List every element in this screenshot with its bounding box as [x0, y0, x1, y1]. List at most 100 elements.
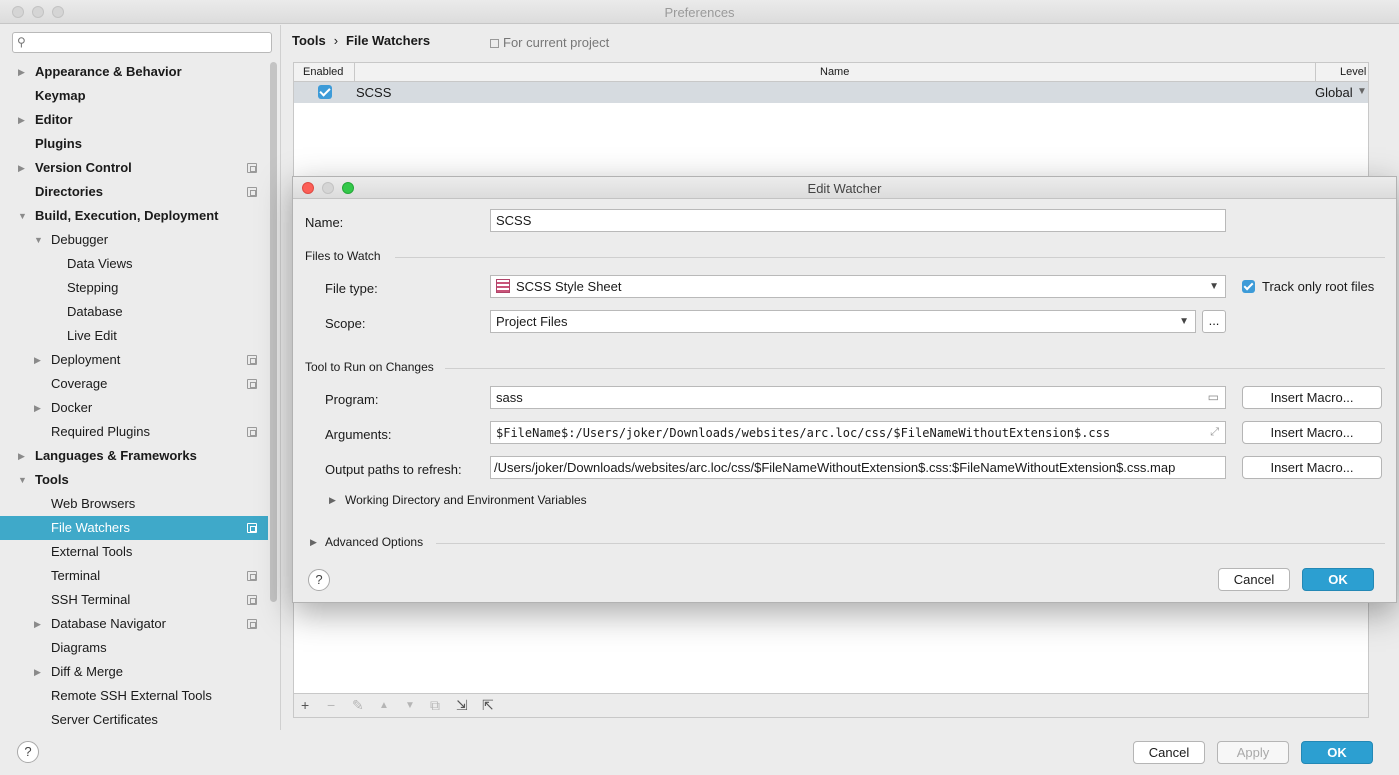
- program-input[interactable]: sass ▭: [490, 386, 1226, 409]
- output-paths-input[interactable]: /Users/joker/Downloads/websites/arc.loc/…: [490, 456, 1226, 479]
- chevron-right-icon[interactable]: ▶: [34, 348, 41, 372]
- file-type-value: SCSS Style Sheet: [516, 279, 622, 294]
- column-enabled[interactable]: Enabled: [303, 66, 343, 78]
- expand-icon[interactable]: ⤢: [1210, 425, 1219, 439]
- working-directory-toggle[interactable]: Working Directory and Environment Variab…: [345, 493, 587, 507]
- sidebar-item-terminal[interactable]: Terminal: [0, 564, 268, 588]
- chevron-right-icon[interactable]: ▶: [34, 612, 41, 636]
- export-icon[interactable]: ⇱: [482, 697, 494, 714]
- name-input[interactable]: SCSS: [490, 209, 1226, 232]
- tool-to-run-header: Tool to Run on Changes: [305, 360, 434, 374]
- sidebar-item-plugins[interactable]: Plugins: [0, 132, 268, 156]
- settings-search-input[interactable]: ⚲: [12, 32, 272, 53]
- sidebar-item-label: Live Edit: [67, 328, 117, 343]
- sidebar-item-diagrams[interactable]: Diagrams: [0, 636, 268, 660]
- sidebar-item-label: Data Views: [67, 256, 133, 271]
- edit-icon[interactable]: ✎: [352, 697, 364, 714]
- chevron-right-icon[interactable]: ▶: [329, 495, 336, 506]
- chevron-right-icon[interactable]: ▶: [18, 444, 25, 468]
- advanced-options-toggle[interactable]: Advanced Options: [325, 535, 423, 549]
- sidebar-item-label: Languages & Frameworks: [35, 448, 197, 463]
- dialog-ok-button[interactable]: OK: [1302, 568, 1374, 591]
- column-divider: [354, 63, 355, 81]
- move-up-icon[interactable]: ▲: [379, 700, 389, 711]
- preferences-cancel-button[interactable]: Cancel: [1133, 741, 1205, 764]
- chevron-right-icon[interactable]: ▶: [34, 660, 41, 684]
- watcher-name: SCSS: [356, 85, 392, 100]
- sidebar-item-stepping[interactable]: Stepping: [0, 276, 268, 300]
- sidebar-item-diff-merge[interactable]: ▶ Diff & Merge: [0, 660, 268, 684]
- sidebar-item-file-watchers[interactable]: File Watchers: [0, 516, 268, 540]
- sidebar-item-label: Database Navigator: [51, 616, 166, 631]
- sidebar-scrollbar[interactable]: [270, 62, 277, 602]
- section-divider: [395, 257, 1385, 258]
- sidebar-item-external-tools[interactable]: External Tools: [0, 540, 268, 564]
- sidebar-item-live-edit[interactable]: Live Edit: [0, 324, 268, 348]
- enabled-checkbox[interactable]: [318, 85, 332, 99]
- sidebar-item-ssh-terminal[interactable]: SSH Terminal: [0, 588, 268, 612]
- sidebar-item-server-certificates[interactable]: Server Certificates: [0, 708, 268, 730]
- scope-browse-button[interactable]: ...: [1202, 310, 1226, 333]
- file-type-label: File type:: [325, 281, 378, 296]
- sidebar-item-appearance-behavior[interactable]: ▶ Appearance & Behavior: [0, 60, 268, 84]
- copy-icon[interactable]: ⧉: [430, 697, 440, 714]
- track-root-files-label[interactable]: Track only root files: [1262, 279, 1374, 294]
- column-level[interactable]: Level: [1340, 66, 1366, 78]
- chevron-right-icon[interactable]: ▶: [18, 60, 25, 84]
- chevron-down-icon[interactable]: ▼: [18, 204, 27, 228]
- preferences-help-button[interactable]: ?: [17, 741, 39, 763]
- for-project-label: For current project: [503, 35, 610, 50]
- arguments-input[interactable]: $FileName$:/Users/joker/Downloads/websit…: [490, 421, 1226, 444]
- settings-sidebar: ⚲ ▶ Appearance & Behavior Keymap ▶ Editor Plu…: [0, 25, 281, 730]
- program-insert-macro-button[interactable]: Insert Macro...: [1242, 386, 1382, 409]
- dialog-help-button[interactable]: ?: [308, 569, 330, 591]
- arguments-insert-macro-button[interactable]: Insert Macro...: [1242, 421, 1382, 444]
- preferences-apply-button[interactable]: Apply: [1217, 741, 1289, 764]
- folder-icon[interactable]: ▭: [1208, 390, 1219, 404]
- remove-icon[interactable]: −: [327, 697, 335, 713]
- sidebar-item-languages-frameworks[interactable]: ▶ Languages & Frameworks: [0, 444, 268, 468]
- sidebar-item-data-views[interactable]: Data Views: [0, 252, 268, 276]
- project-scope-icon: [247, 163, 257, 173]
- file-type-select[interactable]: SCSS Style Sheet ▼: [490, 275, 1226, 298]
- sidebar-item-deployment[interactable]: ▶ Deployment: [0, 348, 268, 372]
- sidebar-item-database-navigator[interactable]: ▶ Database Navigator: [0, 612, 268, 636]
- watcher-level[interactable]: Global: [1315, 85, 1353, 100]
- sidebar-item-coverage[interactable]: Coverage: [0, 372, 268, 396]
- sidebar-item-tools[interactable]: ▼ Tools: [0, 468, 268, 492]
- chevron-right-icon[interactable]: ▶: [18, 108, 25, 132]
- chevron-down-icon[interactable]: ▼: [1357, 86, 1367, 97]
- scope-select[interactable]: Project Files ▼: [490, 310, 1196, 333]
- sidebar-item-editor[interactable]: ▶ Editor: [0, 108, 268, 132]
- table-row[interactable]: SCSS Global ▼: [294, 82, 1368, 103]
- import-icon[interactable]: ⇲: [456, 697, 468, 714]
- sidebar-item-required-plugins[interactable]: Required Plugins: [0, 420, 268, 444]
- sidebar-item-debugger[interactable]: ▼ Debugger: [0, 228, 268, 252]
- chevron-down-icon[interactable]: ▼: [34, 228, 43, 252]
- breadcrumb-parent: Tools: [292, 33, 326, 48]
- dialog-cancel-button[interactable]: Cancel: [1218, 568, 1290, 591]
- project-scope-icon: [247, 619, 257, 629]
- add-icon[interactable]: +: [301, 697, 309, 713]
- sidebar-item-keymap[interactable]: Keymap: [0, 84, 268, 108]
- scope-value: Project Files: [496, 314, 568, 329]
- project-scope-icon: [247, 379, 257, 389]
- sidebar-item-docker[interactable]: ▶ Docker: [0, 396, 268, 420]
- chevron-down-icon[interactable]: ▼: [18, 468, 27, 492]
- project-scope-icon: [247, 187, 257, 197]
- chevron-right-icon[interactable]: ▶: [18, 156, 25, 180]
- sidebar-item-remote-ssh-external-tools[interactable]: Remote SSH External Tools: [0, 684, 268, 708]
- chevron-down-icon: ▼: [1179, 316, 1189, 327]
- sidebar-item-database[interactable]: Database: [0, 300, 268, 324]
- output-insert-macro-button[interactable]: Insert Macro...: [1242, 456, 1382, 479]
- move-down-icon[interactable]: ▼: [405, 700, 415, 711]
- preferences-ok-button[interactable]: OK: [1301, 741, 1373, 764]
- chevron-right-icon[interactable]: ▶: [310, 537, 317, 548]
- sidebar-item-build-execution-deployment[interactable]: ▼ Build, Execution, Deployment: [0, 204, 268, 228]
- sidebar-item-directories[interactable]: Directories: [0, 180, 268, 204]
- sidebar-item-web-browsers[interactable]: Web Browsers: [0, 492, 268, 516]
- sidebar-item-version-control[interactable]: ▶ Version Control: [0, 156, 268, 180]
- column-name[interactable]: Name: [820, 66, 849, 78]
- chevron-right-icon[interactable]: ▶: [34, 396, 41, 420]
- track-root-files-checkbox[interactable]: [1242, 280, 1255, 293]
